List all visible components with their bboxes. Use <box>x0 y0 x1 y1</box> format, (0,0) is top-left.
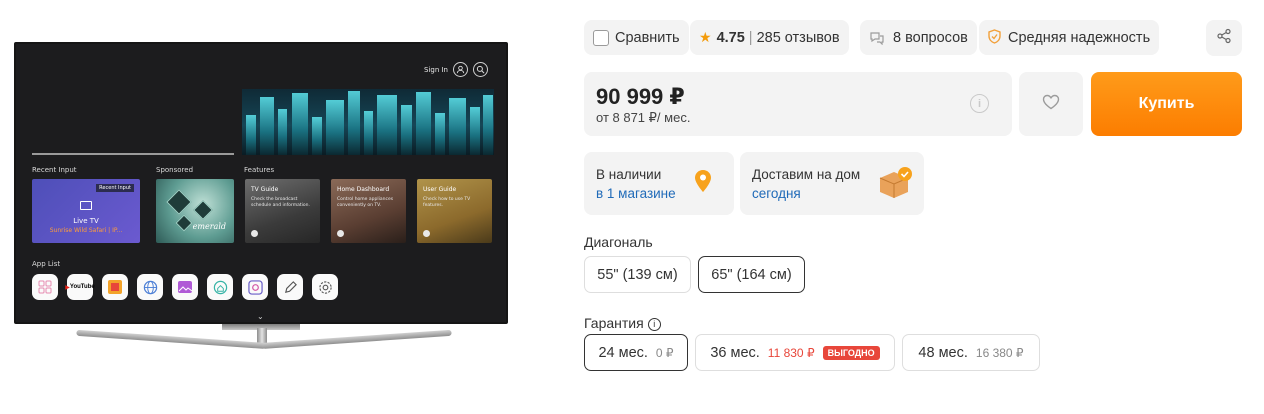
delivery-box-icon <box>877 166 913 205</box>
tv-card-feature: TV Guide Check the broadcast schedule an… <box>245 179 320 243</box>
chevron-down-icon: ⌄ <box>257 312 264 321</box>
diagonal-option-label: 55" (139 см) <box>597 266 678 283</box>
tv-card-feature: Home Dashboard Control home appliances c… <box>331 179 406 243</box>
tv-feature-desc: Check how to use TV features. <box>423 197 471 208</box>
store-icon <box>102 274 128 300</box>
map-pin-icon <box>694 169 712 198</box>
apps-grid-icon <box>32 274 58 300</box>
credit-price[interactable]: от 8 871 ₽/ мес. <box>596 110 690 126</box>
youtube-label: YouTube <box>69 284 95 290</box>
reliability-label: Средняя надежность <box>1008 29 1151 46</box>
compare-label: Сравнить <box>615 29 680 46</box>
tv-section-recent: Recent Input <box>32 166 77 174</box>
arrow-icon <box>251 230 258 237</box>
rating-value: 4.75 <box>716 29 745 46</box>
price-value: 90 999 ₽ <box>596 84 685 109</box>
home-icon <box>207 274 233 300</box>
warranty-option-price: 0 ₽ <box>655 345 674 360</box>
gallery-icon <box>172 274 198 300</box>
warranty-option-label: 36 мес. <box>710 344 760 361</box>
camera-icon <box>242 274 268 300</box>
chat-bubbles-icon <box>869 31 885 45</box>
reviews-count: 285 отзывов <box>756 29 840 46</box>
warranty-option-36[interactable]: 36 мес. 11 830 ₽ ВЫГОДНО <box>695 334 895 371</box>
diagonal-option-label: 65" (164 см) <box>711 266 792 283</box>
reliability-button[interactable]: Средняя надежность <box>979 20 1160 55</box>
warranty-option-24[interactable]: 24 мес. 0 ₽ <box>584 334 688 371</box>
product-image[interactable]: Sign In Recent Input Sponsored Features … <box>14 42 508 324</box>
diagonal-option-55[interactable]: 55" (139 см) <box>584 256 691 293</box>
warranty-label: Гарантия i <box>584 315 661 331</box>
tv-card-title: Live TV <box>73 217 99 225</box>
tv-sign-in-label: Sign In <box>424 65 448 74</box>
tv-sponsored-brand: emerald <box>192 222 226 231</box>
warranty-option-price: 11 830 ₽ <box>767 345 815 360</box>
youtube-icon: ▶ YouTube <box>65 274 95 300</box>
tv-stand-leg-right <box>261 329 452 349</box>
tv-card-sponsored: emerald <box>156 179 234 243</box>
availability-stock[interactable]: В наличии в 1 магазине <box>584 152 734 215</box>
star-icon: ★ <box>699 29 712 45</box>
stock-link[interactable]: в 1 магазине <box>596 186 676 201</box>
buy-button[interactable]: Купить <box>1091 72 1242 136</box>
screen-icon <box>80 201 92 210</box>
warranty-option-48[interactable]: 48 мес. 16 380 ₽ <box>902 334 1040 371</box>
user-icon <box>453 62 468 77</box>
stock-title: В наличии <box>596 167 662 182</box>
tv-stand-leg-left <box>76 329 267 349</box>
sale-badge: ВЫГОДНО <box>822 345 880 360</box>
info-icon[interactable]: i <box>647 317 661 331</box>
compare-button[interactable]: Сравнить <box>584 20 689 55</box>
search-icon <box>473 62 488 77</box>
warranty-option-label: 24 мес. <box>598 344 648 361</box>
questions-button[interactable]: 8 вопросов <box>860 20 977 55</box>
price-box: 90 999 ₽ от 8 871 ₽/ мес. i <box>584 72 1012 136</box>
wishlist-button[interactable] <box>1019 72 1083 136</box>
tv-card-feature: User Guide Check how to use TV features. <box>417 179 492 243</box>
tv-hero-cityscape <box>242 89 494 155</box>
share-icon <box>1216 28 1232 49</box>
tv-section-features: Features <box>244 166 275 174</box>
tv-screen: Sign In Recent Input Sponsored Features … <box>16 44 506 322</box>
edit-icon <box>277 274 303 300</box>
availability-delivery[interactable]: Доставим на дом сегодня <box>740 152 924 215</box>
info-icon[interactable]: i <box>970 94 989 113</box>
warranty-label-text: Гарантия <box>584 315 644 331</box>
shield-icon <box>988 28 1001 47</box>
tv-feature-title: TV Guide <box>251 186 279 193</box>
tv-app-list-label: App List <box>32 260 61 268</box>
tv-sign-in: Sign In <box>424 62 488 77</box>
warranty-option-price: 16 380 ₽ <box>975 345 1024 360</box>
tv-section-sponsored: Sponsored <box>156 166 194 174</box>
tv-card-badge: Recent Input <box>96 184 134 192</box>
questions-count: 8 вопросов <box>893 29 968 46</box>
diagonal-label: Диагональ <box>584 234 653 250</box>
globe-icon <box>137 274 163 300</box>
warranty-option-label: 48 мес. <box>918 344 968 361</box>
rating-separator: | <box>748 29 753 46</box>
heart-icon <box>1042 94 1060 115</box>
tv-feature-title: User Guide <box>423 186 457 193</box>
delivery-title: Доставим на дом <box>752 167 861 182</box>
rating-reviews-button[interactable]: ★ 4.75 | 285 отзывов <box>690 20 849 55</box>
tv-feature-title: Home Dashboard <box>337 186 390 193</box>
arrow-icon <box>423 230 430 237</box>
tv-feature-desc: Check the broadcast schedule and informa… <box>251 197 310 208</box>
tv-app-list: ▶ YouTube <box>32 274 338 300</box>
compare-checkbox[interactable] <box>593 29 609 46</box>
tv-card-live-tv: Recent Input Live TV Sunrise Wild Safari… <box>32 179 140 243</box>
tv-feature-desc: Control home appliances conveniently on … <box>337 197 394 208</box>
tv-divider <box>32 153 234 155</box>
arrow-icon <box>337 230 344 237</box>
tv-card-subtitle: Sunrise Wild Safari | IP... <box>49 227 123 234</box>
share-button[interactable] <box>1206 20 1242 56</box>
diagonal-option-65[interactable]: 65" (164 см) <box>698 256 805 293</box>
settings-icon <box>312 274 338 300</box>
delivery-link[interactable]: сегодня <box>752 186 801 201</box>
